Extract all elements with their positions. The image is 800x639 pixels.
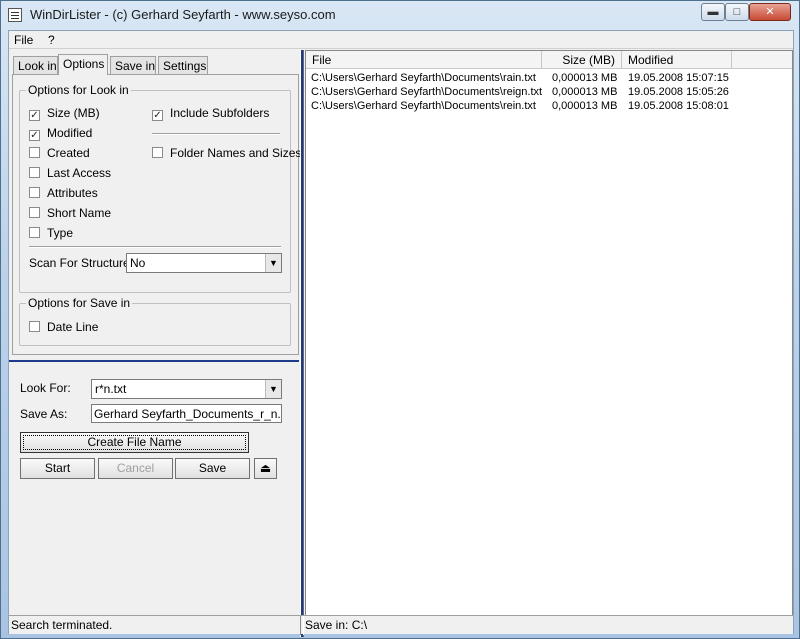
- tab-save-in[interactable]: Save in: [110, 56, 156, 74]
- column-header-file[interactable]: File: [306, 51, 542, 68]
- left-pane: Look in Options Save in Settings Options…: [9, 50, 301, 619]
- tab-look-in[interactable]: Look in: [13, 56, 58, 74]
- checkbox-box[interactable]: [29, 207, 40, 218]
- eject-icon: ⏏: [259, 461, 272, 475]
- pane-splitter[interactable]: [300, 50, 304, 637]
- checkbox-last-access[interactable]: Last Access: [29, 166, 111, 180]
- menu-help[interactable]: ?: [48, 33, 55, 47]
- look-for-input[interactable]: r*n.txt ▼: [91, 379, 282, 399]
- table-row[interactable]: C:\Users\Gerhard Seyfarth\Documents\reig…: [306, 86, 792, 100]
- checkbox-folder-names-sizes[interactable]: Folder Names and Sizes: [152, 146, 301, 160]
- window-title: WinDirLister - (c) Gerhard Seyfarth - ww…: [30, 7, 336, 22]
- list-header: File Size (MB) Modified: [306, 51, 792, 69]
- chevron-down-icon[interactable]: ▼: [265, 380, 281, 398]
- maximize-button[interactable]: □: [725, 3, 749, 21]
- checkbox-short-name[interactable]: Short Name: [29, 206, 111, 220]
- scan-structure-label: Scan For Structure:: [29, 256, 134, 270]
- app-icon: [8, 8, 22, 22]
- save-in-options-group: Options for Save in Date Line: [19, 296, 291, 346]
- close-button[interactable]: ✕: [749, 3, 791, 21]
- title-bar[interactable]: WinDirLister - (c) Gerhard Seyfarth - ww…: [1, 1, 799, 29]
- divider: [29, 246, 281, 248]
- cell-modified: 19.05.2008 15:07:15: [628, 72, 729, 84]
- cell-modified: 19.05.2008 15:05:26: [628, 86, 729, 98]
- tab-settings[interactable]: Settings: [158, 56, 208, 74]
- checkbox-attributes[interactable]: Attributes: [29, 186, 98, 200]
- scan-structure-select[interactable]: No ▼: [126, 253, 282, 273]
- start-button[interactable]: Start: [20, 458, 95, 479]
- options-panel: Options for Look in ✓ Size (MB) ✓ Modified…: [12, 74, 301, 355]
- checkbox-box[interactable]: [29, 147, 40, 158]
- group-title: Options for Look in: [26, 83, 131, 97]
- file-list[interactable]: File Size (MB) Modified C:\Users\Gerhard…: [305, 50, 793, 619]
- status-save-location: Save in: C:\: [305, 618, 368, 632]
- cell-size: 0,000013 MB: [552, 100, 618, 112]
- cell-modified: 19.05.2008 15:08:01: [628, 100, 729, 112]
- checkbox-box[interactable]: [29, 187, 40, 198]
- menu-file[interactable]: File: [14, 33, 33, 47]
- cell-file: C:\Users\Gerhard Seyfarth\Documents\rein…: [311, 100, 536, 112]
- minimize-button[interactable]: ▬: [701, 3, 725, 21]
- checkbox-box[interactable]: ✓: [29, 110, 40, 121]
- look-for-label: Look For:: [20, 381, 71, 395]
- checkbox-modified[interactable]: ✓ Modified: [29, 126, 92, 141]
- menu-bar: File ?: [9, 31, 793, 49]
- save-as-label: Save As:: [20, 407, 68, 421]
- checkbox-box[interactable]: [29, 167, 40, 178]
- save-button[interactable]: Save: [175, 458, 250, 479]
- cell-file: C:\Users\Gerhard Seyfarth\Documents\reig…: [311, 86, 543, 98]
- status-bar: Search terminated. Save in: C:\: [9, 615, 793, 635]
- status-divider: [300, 616, 304, 635]
- checkbox-include-subfolders[interactable]: ✓ Include Subfolders: [152, 106, 269, 121]
- table-row[interactable]: C:\Users\Gerhard Seyfarth\Documents\rein…: [306, 100, 792, 114]
- cancel-button[interactable]: Cancel: [98, 458, 173, 479]
- column-header-size[interactable]: Size (MB): [542, 51, 622, 68]
- look-in-options-group: Options for Look in ✓ Size (MB) ✓ Modified…: [19, 83, 301, 293]
- cell-size: 0,000013 MB: [552, 72, 618, 84]
- divider: [152, 133, 280, 135]
- checkbox-box[interactable]: ✓: [152, 110, 163, 121]
- table-row[interactable]: C:\Users\Gerhard Seyfarth\Documents\rain…: [306, 72, 792, 86]
- save-as-input[interactable]: Gerhard Seyfarth_Documents_r_n.txt.txt: [91, 404, 282, 423]
- checkbox-size[interactable]: ✓ Size (MB): [29, 106, 100, 121]
- create-file-name-button[interactable]: Create File Name: [20, 432, 249, 453]
- search-panel: Look For: r*n.txt ▼ Save As: Gerhard Sey…: [9, 360, 299, 638]
- checkbox-date-line[interactable]: Date Line: [29, 320, 98, 334]
- tab-options[interactable]: Options: [58, 54, 108, 75]
- chevron-down-icon[interactable]: ▼: [265, 254, 281, 272]
- checkbox-box[interactable]: [29, 227, 40, 238]
- checkbox-type[interactable]: Type: [29, 226, 73, 240]
- cell-file: C:\Users\Gerhard Seyfarth\Documents\rain…: [311, 72, 536, 84]
- cell-size: 0,000013 MB: [552, 86, 618, 98]
- group-title: Options for Save in: [26, 296, 133, 310]
- checkbox-box[interactable]: ✓: [29, 130, 40, 141]
- app-window: WinDirLister - (c) Gerhard Seyfarth - ww…: [0, 0, 800, 639]
- checkbox-box[interactable]: [152, 147, 163, 158]
- checkbox-created[interactable]: Created: [29, 146, 90, 160]
- status-text: Search terminated.: [11, 618, 113, 632]
- eject-button[interactable]: ⏏: [254, 458, 277, 479]
- checkbox-box[interactable]: [29, 321, 40, 332]
- column-header-modified[interactable]: Modified: [622, 51, 732, 68]
- client-area: File ? Look in Options Save in Settings …: [8, 30, 794, 637]
